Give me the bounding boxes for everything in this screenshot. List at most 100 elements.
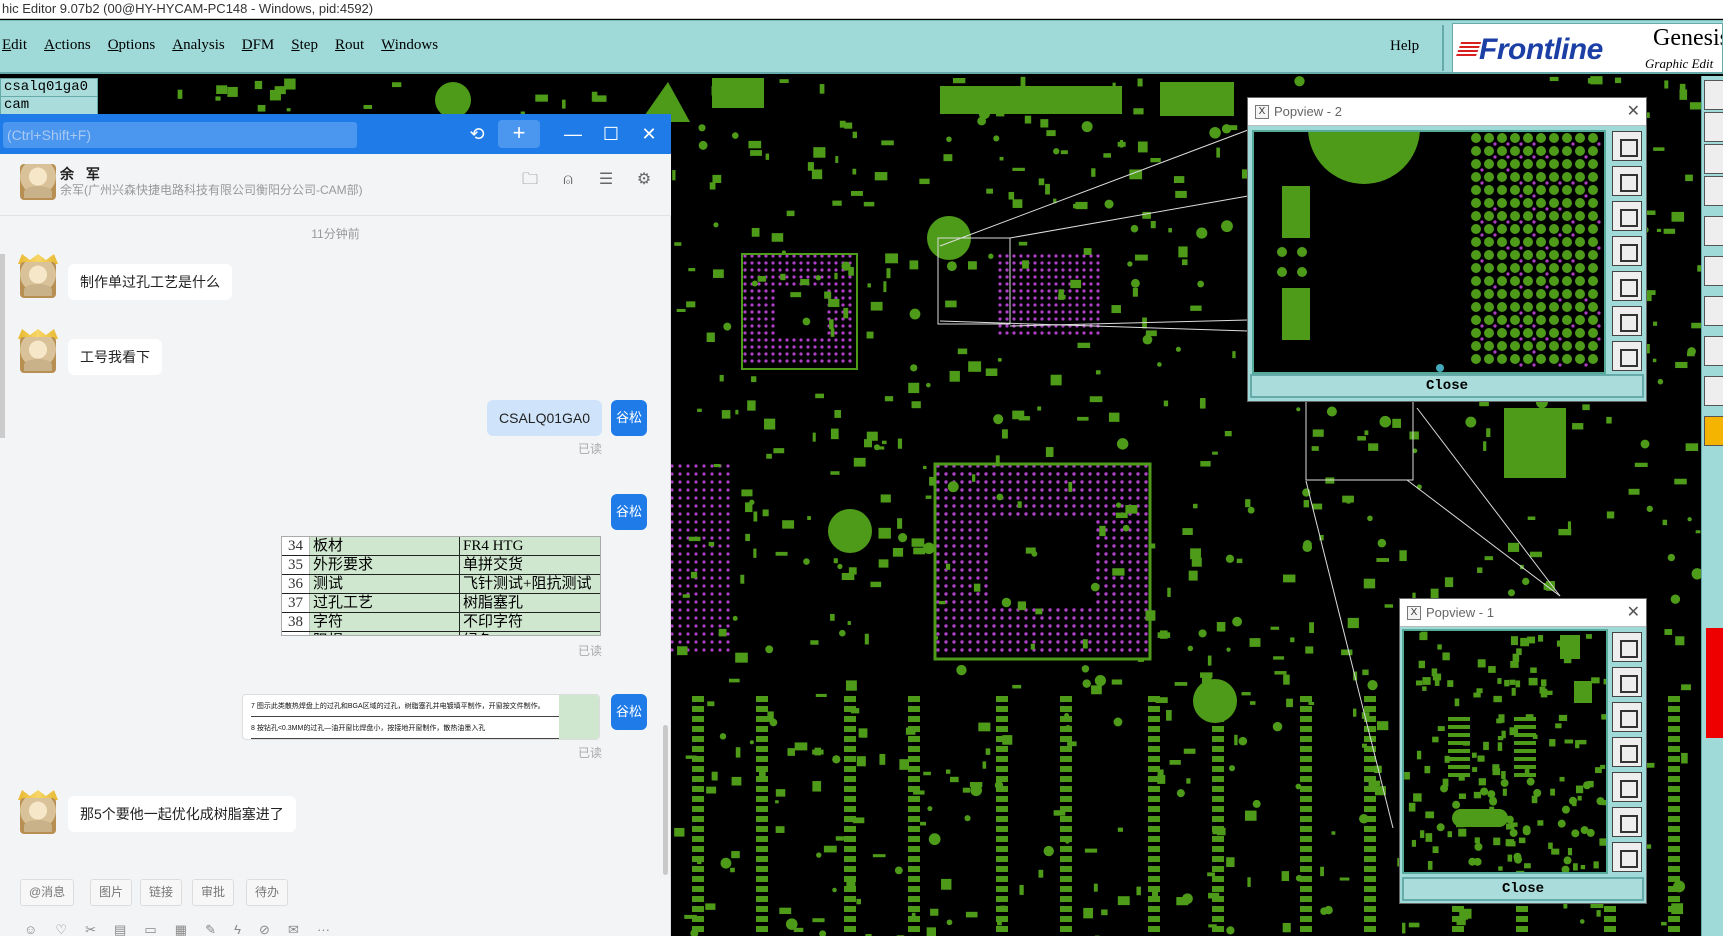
bga-ball <box>1033 275 1037 279</box>
my-message-bubble[interactable]: CSALQ01GA0 <box>487 400 603 436</box>
bga-ball <box>976 520 980 524</box>
tag-button-image[interactable]: 图片 <box>90 879 133 906</box>
spreadsheet-image[interactable]: 34 板材 FR4 HTG 35 外形要求 单拼交货 36 测试 飞针测试+阻抗测试 37 过孔工艺… <box>281 536 601 636</box>
mail-icon[interactable]: ✉ <box>288 922 299 936</box>
pad-column <box>756 846 768 852</box>
tool-button-icon[interactable] <box>1704 176 1723 206</box>
pan-right-icon[interactable] <box>1612 772 1642 802</box>
via-pad <box>1522 577 1530 586</box>
menu-dfm[interactable]: DFM <box>240 37 283 54</box>
small-pad <box>1022 260 1029 269</box>
folder-icon[interactable]: 🗀 <box>520 170 540 190</box>
menu-edit[interactable]: Edit <box>0 37 35 54</box>
tool-button-icon[interactable] <box>1704 256 1723 286</box>
tool-button-icon[interactable] <box>1704 112 1723 142</box>
menu-windows[interactable]: Windows <box>379 37 446 54</box>
tool-button-icon[interactable] <box>1704 216 1723 246</box>
bga-ball <box>1471 328 1481 338</box>
close-icon[interactable]: ✕ <box>1627 98 1640 126</box>
maximize-icon[interactable]: ☐ <box>596 120 626 148</box>
more-icon[interactable]: ··· <box>317 922 330 936</box>
file-icon[interactable]: ▤ <box>114 922 126 936</box>
minimize-icon[interactable]: — <box>558 120 588 148</box>
small-pad <box>835 836 844 841</box>
pan-right-icon[interactable] <box>1612 271 1642 301</box>
tag-button-mention[interactable]: @消息 <box>20 879 75 906</box>
pan-left-icon[interactable] <box>1612 236 1642 266</box>
close-icon[interactable]: ✕ <box>1627 599 1640 627</box>
history-icon[interactable]: ⟲ <box>462 120 492 148</box>
popview-1-canvas[interactable] <box>1402 629 1608 874</box>
menu-actions[interactable]: Actions <box>42 37 99 54</box>
left-scrollbar[interactable] <box>0 254 5 438</box>
menu-help[interactable]: Help <box>1390 38 1419 55</box>
small-pad <box>1432 736 1439 743</box>
small-pad <box>721 410 731 419</box>
add-user-icon[interactable]: ⍝ <box>558 170 578 190</box>
attach-icon[interactable]: ⊘ <box>259 922 270 936</box>
search-input[interactable]: (Ctrl+Shift+F) <box>3 122 357 148</box>
search-history-icon[interactable]: ☰ <box>596 170 616 190</box>
sender-avatar[interactable] <box>20 262 56 298</box>
zoom-out-icon[interactable] <box>1612 807 1642 837</box>
contact-avatar[interactable] <box>20 164 56 200</box>
my-avatar[interactable]: 谷松 <box>611 400 647 436</box>
drill-hole <box>1597 324 1601 328</box>
pan-down-icon[interactable] <box>1612 201 1642 231</box>
close-icon[interactable]: ✕ <box>634 120 664 148</box>
tool-button-icon[interactable] <box>1704 80 1723 110</box>
tag-button-todo[interactable]: 待办 <box>246 879 289 906</box>
document-image[interactable]: 7 图示此类散热焊盘上的过孔和BGA区域的过孔，树脂塞孔并电镀填平制作，开窗按文… <box>242 694 600 740</box>
folder-icon[interactable]: ▭ <box>144 922 156 936</box>
zoom-fit-icon[interactable] <box>1612 632 1642 662</box>
pan-down-icon[interactable] <box>1612 702 1642 732</box>
zoom-in-icon[interactable] <box>1612 341 1642 371</box>
bga-ball <box>726 464 730 468</box>
popview-2-canvas[interactable] <box>1252 130 1606 374</box>
tag-button-link[interactable]: 链接 <box>140 879 183 906</box>
pan-up-icon[interactable] <box>1612 166 1642 196</box>
scissors-icon[interactable]: ✂ <box>85 922 96 936</box>
pan-left-icon[interactable] <box>1612 737 1642 767</box>
menu-options[interactable]: Options <box>106 37 164 54</box>
bga-ball <box>1064 640 1068 644</box>
tool-button-icon[interactable] <box>1704 144 1723 174</box>
popview-2-close-button[interactable]: Close <box>1250 374 1644 398</box>
bga-ball <box>952 528 956 532</box>
step-field[interactable]: cam <box>1 97 97 115</box>
menu-step[interactable]: Step <box>289 37 326 54</box>
bga-ball <box>952 472 956 476</box>
like-icon[interactable]: ♡ <box>55 922 67 936</box>
my-avatar[interactable]: 谷松 <box>611 494 647 530</box>
bga-ball <box>1080 624 1084 628</box>
menu-analysis[interactable]: Analysis <box>170 37 233 54</box>
chat-scrollbar[interactable] <box>663 725 668 875</box>
emoji-icon[interactable]: ☺ <box>24 922 37 936</box>
message-bubble[interactable]: 工号我看下 <box>68 339 162 375</box>
job-field[interactable]: csalq01ga0 <box>1 79 97 97</box>
edit-icon[interactable]: ✎ <box>205 922 216 936</box>
pan-up-icon[interactable] <box>1612 667 1642 697</box>
my-avatar[interactable]: 谷松 <box>611 694 647 730</box>
calendar-icon[interactable]: ▦ <box>175 922 187 936</box>
popview-1-close-button[interactable]: Close <box>1402 877 1644 901</box>
bga-ball <box>1088 504 1092 508</box>
zoom-in-icon[interactable] <box>1612 842 1642 872</box>
small-pad <box>216 85 228 94</box>
tag-button-approval[interactable]: 审批 <box>192 879 235 906</box>
zoom-fit-icon[interactable] <box>1612 131 1642 161</box>
add-button[interactable]: + <box>498 120 540 148</box>
tool-button-icon[interactable] <box>1704 416 1723 446</box>
message-bubble[interactable]: 那5个要他一起优化成树脂塞进了 <box>68 796 296 832</box>
gear-icon[interactable]: ⚙ <box>634 170 654 190</box>
bolt-icon[interactable]: ϟ <box>234 922 241 936</box>
tool-button-icon[interactable] <box>1704 376 1723 406</box>
tool-button-icon[interactable] <box>1704 336 1723 366</box>
sender-avatar[interactable] <box>20 337 56 373</box>
message-bubble[interactable]: 制作单过孔工艺是什么 <box>68 264 232 300</box>
genesis-menu-bar: Edit Actions Options Analysis DFM Step Rout Win… <box>0 20 1723 74</box>
menu-rout[interactable]: Rout <box>333 37 372 54</box>
zoom-out-icon[interactable] <box>1612 306 1642 336</box>
tool-button-icon[interactable] <box>1704 296 1723 326</box>
sender-avatar[interactable] <box>20 798 56 834</box>
